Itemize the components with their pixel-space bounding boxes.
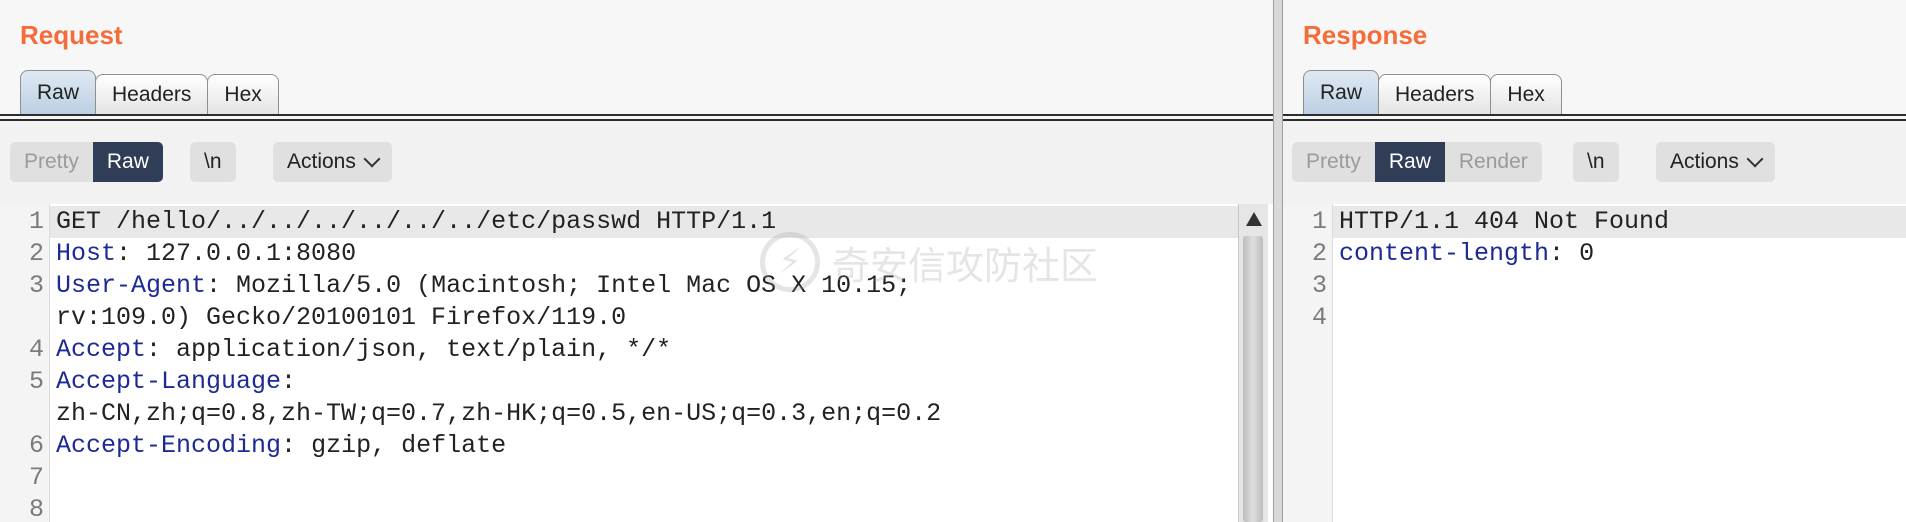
- line-value: zh-CN,zh;q=0.8,zh-TW;q=0.7,zh-HK;q=0.5,e…: [56, 399, 942, 428]
- header-separator: :: [116, 239, 132, 268]
- request-vertical-scrollbar[interactable]: [1238, 204, 1268, 522]
- header-name: content-length: [1339, 239, 1550, 268]
- code-line: HTTP/1.1 404 Not Found: [1339, 206, 1669, 238]
- line-value: Mozilla/5.0 (Macintosh; Intel Mac OS X 1…: [221, 271, 912, 300]
- request-line-gutter: 1 2 3 4 5 6 7 8: [0, 204, 50, 522]
- response-tab-raw[interactable]: Raw: [1303, 70, 1380, 114]
- response-pane: Response Raw Headers Hex Pretty Raw Rend…: [1283, 0, 1906, 522]
- response-tab-hex[interactable]: Hex: [1490, 74, 1562, 114]
- header-separator: :: [206, 271, 222, 300]
- request-tab-headers[interactable]: Headers: [95, 74, 209, 114]
- line-value: 0: [1564, 239, 1595, 268]
- header-separator: :: [281, 431, 297, 460]
- response-toolbar: Pretty Raw Render \n Actions: [1283, 121, 1906, 204]
- line-value: application/json, text/plain, */*: [161, 335, 672, 364]
- request-actions-label: Actions: [287, 150, 356, 173]
- line-value: gzip, deflate: [296, 431, 507, 460]
- request-tab-hex[interactable]: Hex: [207, 74, 279, 114]
- code-line: Accept-Encoding: gzip, deflate: [56, 430, 506, 462]
- request-title: Request: [20, 20, 123, 50]
- code-line: User-Agent: Mozilla/5.0 (Macintosh; Inte…: [56, 270, 911, 302]
- line-number: 1: [28, 207, 44, 236]
- request-tab-bar: Raw Headers Hex: [20, 70, 279, 114]
- response-newline-button[interactable]: \n: [1573, 142, 1619, 182]
- response-actions-label: Actions: [1670, 150, 1739, 173]
- code-line: zh-CN,zh;q=0.8,zh-TW;q=0.7,zh-HK;q=0.5,e…: [56, 398, 941, 430]
- response-line-gutter: 1 2 3 4: [1283, 204, 1333, 522]
- scroll-up-arrow-icon[interactable]: [1246, 212, 1262, 226]
- request-tab-raw[interactable]: Raw: [20, 70, 97, 114]
- line-number: 8: [28, 495, 44, 522]
- request-raw-button[interactable]: Raw: [92, 142, 163, 182]
- header-name: Host: [56, 239, 117, 268]
- line-number: 5: [28, 367, 44, 396]
- response-tab-headers[interactable]: Headers: [1378, 74, 1492, 114]
- header-name: Accept: [56, 335, 147, 364]
- response-render-button[interactable]: Render: [1444, 142, 1542, 182]
- line-value: HTTP/1.1 404 Not Found: [1339, 207, 1670, 236]
- response-tab-divider: [1283, 114, 1906, 116]
- request-pretty-button[interactable]: Pretty: [10, 142, 93, 182]
- chevron-down-icon: [1746, 150, 1764, 168]
- header-separator: :: [146, 335, 162, 364]
- line-number: 2: [28, 239, 44, 268]
- response-pretty-button[interactable]: Pretty: [1292, 142, 1375, 182]
- header-name: User-Agent: [56, 271, 207, 300]
- request-actions-button[interactable]: Actions: [273, 142, 392, 182]
- response-editor[interactable]: 1234 HTTP/1.1 404 Not Found content-lengt…: [1283, 204, 1906, 522]
- response-actions-button[interactable]: Actions: [1656, 142, 1775, 182]
- line-value: 127.0.0.1:8080: [131, 239, 357, 268]
- pane-splitter[interactable]: [1273, 0, 1283, 522]
- line-value: rv:109.0) Gecko/20100101 Firefox/119.0: [56, 303, 627, 332]
- code-line: Accept-Language:: [56, 366, 296, 398]
- header-separator: :: [281, 367, 297, 396]
- line-number: 4: [1311, 303, 1327, 332]
- code-line: Accept: application/json, text/plain, */…: [56, 334, 671, 366]
- response-tab-bar: Raw Headers Hex: [1303, 70, 1562, 114]
- code-line: GET /hello/../../../../../../etc/passwd …: [56, 206, 776, 238]
- request-newline-button[interactable]: \n: [190, 142, 236, 182]
- header-name: Accept-Encoding: [56, 431, 282, 460]
- code-line: rv:109.0) Gecko/20100101 Firefox/119.0: [56, 302, 626, 334]
- request-tab-divider: [0, 114, 1273, 116]
- header-separator: :: [1549, 239, 1565, 268]
- line-number: 3: [28, 271, 44, 300]
- line-number: 3: [1311, 271, 1327, 300]
- code-line: Host: 127.0.0.1:8080: [56, 238, 356, 270]
- request-editor[interactable]: 1 2 3 4 5 6 7 8 GET /hello/../../../../../../et…: [0, 204, 1273, 522]
- line-number: 2: [1311, 239, 1327, 268]
- line-number: 6: [28, 431, 44, 460]
- request-toolbar: Pretty Raw \n Actions: [0, 121, 1273, 204]
- header-name: Accept-Language: [56, 367, 282, 396]
- request-pane: Request Raw Headers Hex Pretty Raw \n Ac…: [0, 0, 1273, 522]
- chevron-down-icon: [363, 150, 381, 168]
- line-number: 7: [28, 463, 44, 492]
- response-view-toggle: Pretty Raw Render: [1292, 142, 1542, 182]
- line-value: GET /hello/../../../../../../etc/passwd …: [56, 207, 777, 236]
- response-raw-button[interactable]: Raw: [1374, 142, 1445, 182]
- request-view-toggle: Pretty Raw: [10, 142, 163, 182]
- line-number: 4: [28, 335, 44, 364]
- code-line: content-length: 0: [1339, 238, 1594, 270]
- response-title: Response: [1303, 20, 1428, 50]
- line-number: 1: [1311, 207, 1327, 236]
- scroll-thumb[interactable]: [1243, 236, 1263, 522]
